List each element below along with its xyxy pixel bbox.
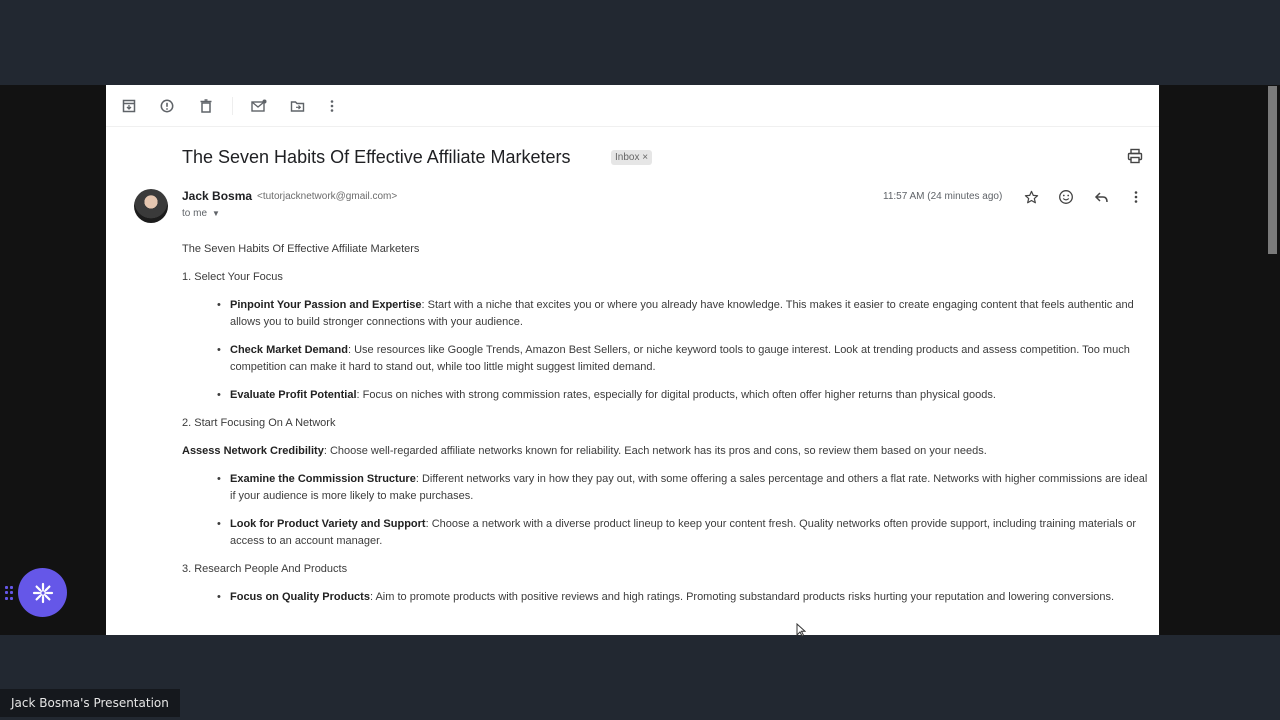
item-text: : Use resources like Google Trends, Amaz… (230, 344, 1130, 373)
drag-dot (10, 591, 13, 595)
lead-text: : Choose well-regarded affiliate network… (323, 445, 987, 457)
item-title: Look for Product Variety and Support (230, 518, 426, 530)
emoji-reaction-icon[interactable] (1057, 188, 1075, 206)
item-title: Evaluate Profit Potential (230, 389, 357, 401)
sender-email: <tutorjacknetwork@gmail.com> (257, 191, 398, 202)
section-heading: 2. Start Focusing On A Network (182, 417, 336, 429)
list-item: Evaluate Profit Potential: Focus on nich… (217, 387, 1152, 404)
bullet-list: Focus on Quality Products: Aim to promot… (217, 589, 1152, 606)
list-item: Pinpoint Your Passion and Expertise: Sta… (217, 297, 1152, 331)
star-icon[interactable] (1022, 188, 1040, 206)
recipient-details[interactable]: to me ▼ (182, 208, 220, 219)
reply-icon[interactable] (1092, 188, 1110, 206)
list-item: Focus on Quality Products: Aim to promot… (217, 589, 1152, 606)
archive-icon[interactable] (119, 96, 139, 116)
item-title: Check Market Demand (230, 344, 348, 356)
drag-dot (10, 586, 13, 589)
drag-dot (5, 591, 8, 595)
scrollbar[interactable] (1268, 86, 1277, 254)
item-text: : Focus on niches with strong commission… (356, 389, 996, 401)
drag-dot (10, 596, 13, 600)
assistant-launcher-button[interactable] (18, 568, 67, 617)
sender-name[interactable]: Jack Bosma (182, 189, 252, 203)
list-item: Examine the Commission Structure: Differ… (217, 471, 1152, 505)
email-window: The Seven Habits Of Effective Affiliate … (106, 85, 1159, 635)
sender-avatar[interactable] (134, 189, 168, 223)
list-item: Look for Product Variety and Support: Ch… (217, 516, 1152, 550)
email-subject: The Seven Habits Of Effective Affiliate … (182, 147, 571, 167)
list-item: Check Market Demand: Use resources like … (217, 342, 1152, 376)
bullet-list: Pinpoint Your Passion and Expertise: Sta… (217, 297, 1152, 404)
drag-dot (5, 596, 8, 600)
delete-icon[interactable] (196, 96, 216, 116)
item-title: Pinpoint Your Passion and Expertise (230, 299, 422, 311)
move-to-icon[interactable] (287, 96, 307, 116)
drag-dot (5, 586, 8, 589)
report-spam-icon[interactable] (157, 96, 177, 116)
section-lead: Assess Network Credibility: Choose well-… (182, 443, 1152, 460)
inbox-label[interactable]: Inbox × (611, 150, 653, 165)
sparkle-icon (32, 582, 53, 603)
section-heading: 1. Select Your Focus (182, 271, 283, 283)
presenter-label: Jack Bosma's Presentation (0, 689, 180, 717)
more-icon[interactable] (322, 96, 342, 116)
item-text: : Aim to promote products with positive … (369, 591, 1115, 603)
message-more-icon[interactable] (1127, 188, 1145, 206)
chevron-down-icon[interactable]: ▼ (212, 209, 220, 218)
email-timestamp: 11:57 AM (24 minutes ago) (883, 191, 1003, 202)
toolbar-divider (232, 97, 233, 115)
item-title: Focus on Quality Products (230, 591, 370, 603)
mark-unread-icon[interactable] (249, 96, 269, 116)
email-toolbar (106, 85, 1159, 127)
lead-title: Assess Network Credibility (182, 445, 324, 457)
inbox-label-text: Inbox (615, 152, 640, 163)
drag-handle[interactable] (5, 586, 14, 600)
item-title: Examine the Commission Structure (230, 473, 416, 485)
recipient-text: to me (182, 208, 208, 219)
section-heading: 3. Research People And Products (182, 563, 348, 575)
print-icon[interactable] (1127, 148, 1145, 166)
bullet-list: Examine the Commission Structure: Differ… (217, 471, 1152, 550)
remove-label-icon[interactable]: × (642, 152, 648, 163)
body-intro: The Seven Habits Of Effective Affiliate … (182, 243, 420, 255)
mouse-cursor-icon (796, 623, 806, 637)
email-body: The Seven Habits Of Effective Affiliate … (182, 241, 1152, 617)
